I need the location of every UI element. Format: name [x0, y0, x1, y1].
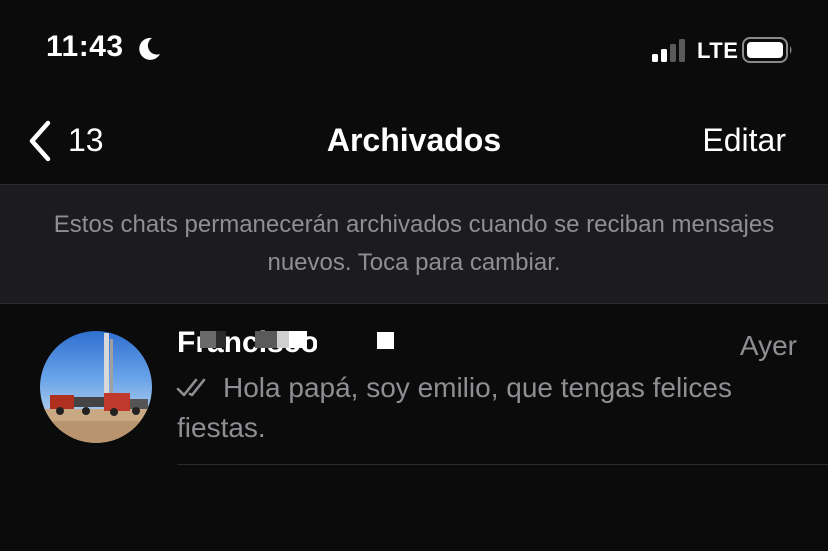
chat-preview: Hola papá, soy emilio, que tengas felice… — [177, 372, 732, 443]
battery-icon — [742, 37, 792, 63]
moon-icon — [139, 37, 160, 60]
avatar-photo — [40, 331, 152, 443]
status-bar: 11:43 LTE — [0, 0, 828, 100]
edit-button[interactable]: Editar — [702, 122, 786, 159]
redaction-block — [377, 332, 394, 349]
network-type: LTE — [697, 38, 739, 63]
avatar[interactable] — [40, 331, 152, 443]
redaction-block — [200, 331, 216, 348]
redaction-block — [216, 331, 226, 348]
redaction-block — [289, 331, 307, 348]
row-divider — [177, 464, 828, 465]
status-time: 11:43 — [46, 30, 124, 63]
redaction-block — [277, 331, 289, 348]
chat-timestamp: Ayer — [739, 330, 797, 361]
redaction-block — [255, 331, 277, 348]
archive-info-text[interactable]: Estos chats permanecerán archivados cuan… — [40, 206, 788, 282]
signal-icon — [652, 39, 685, 62]
